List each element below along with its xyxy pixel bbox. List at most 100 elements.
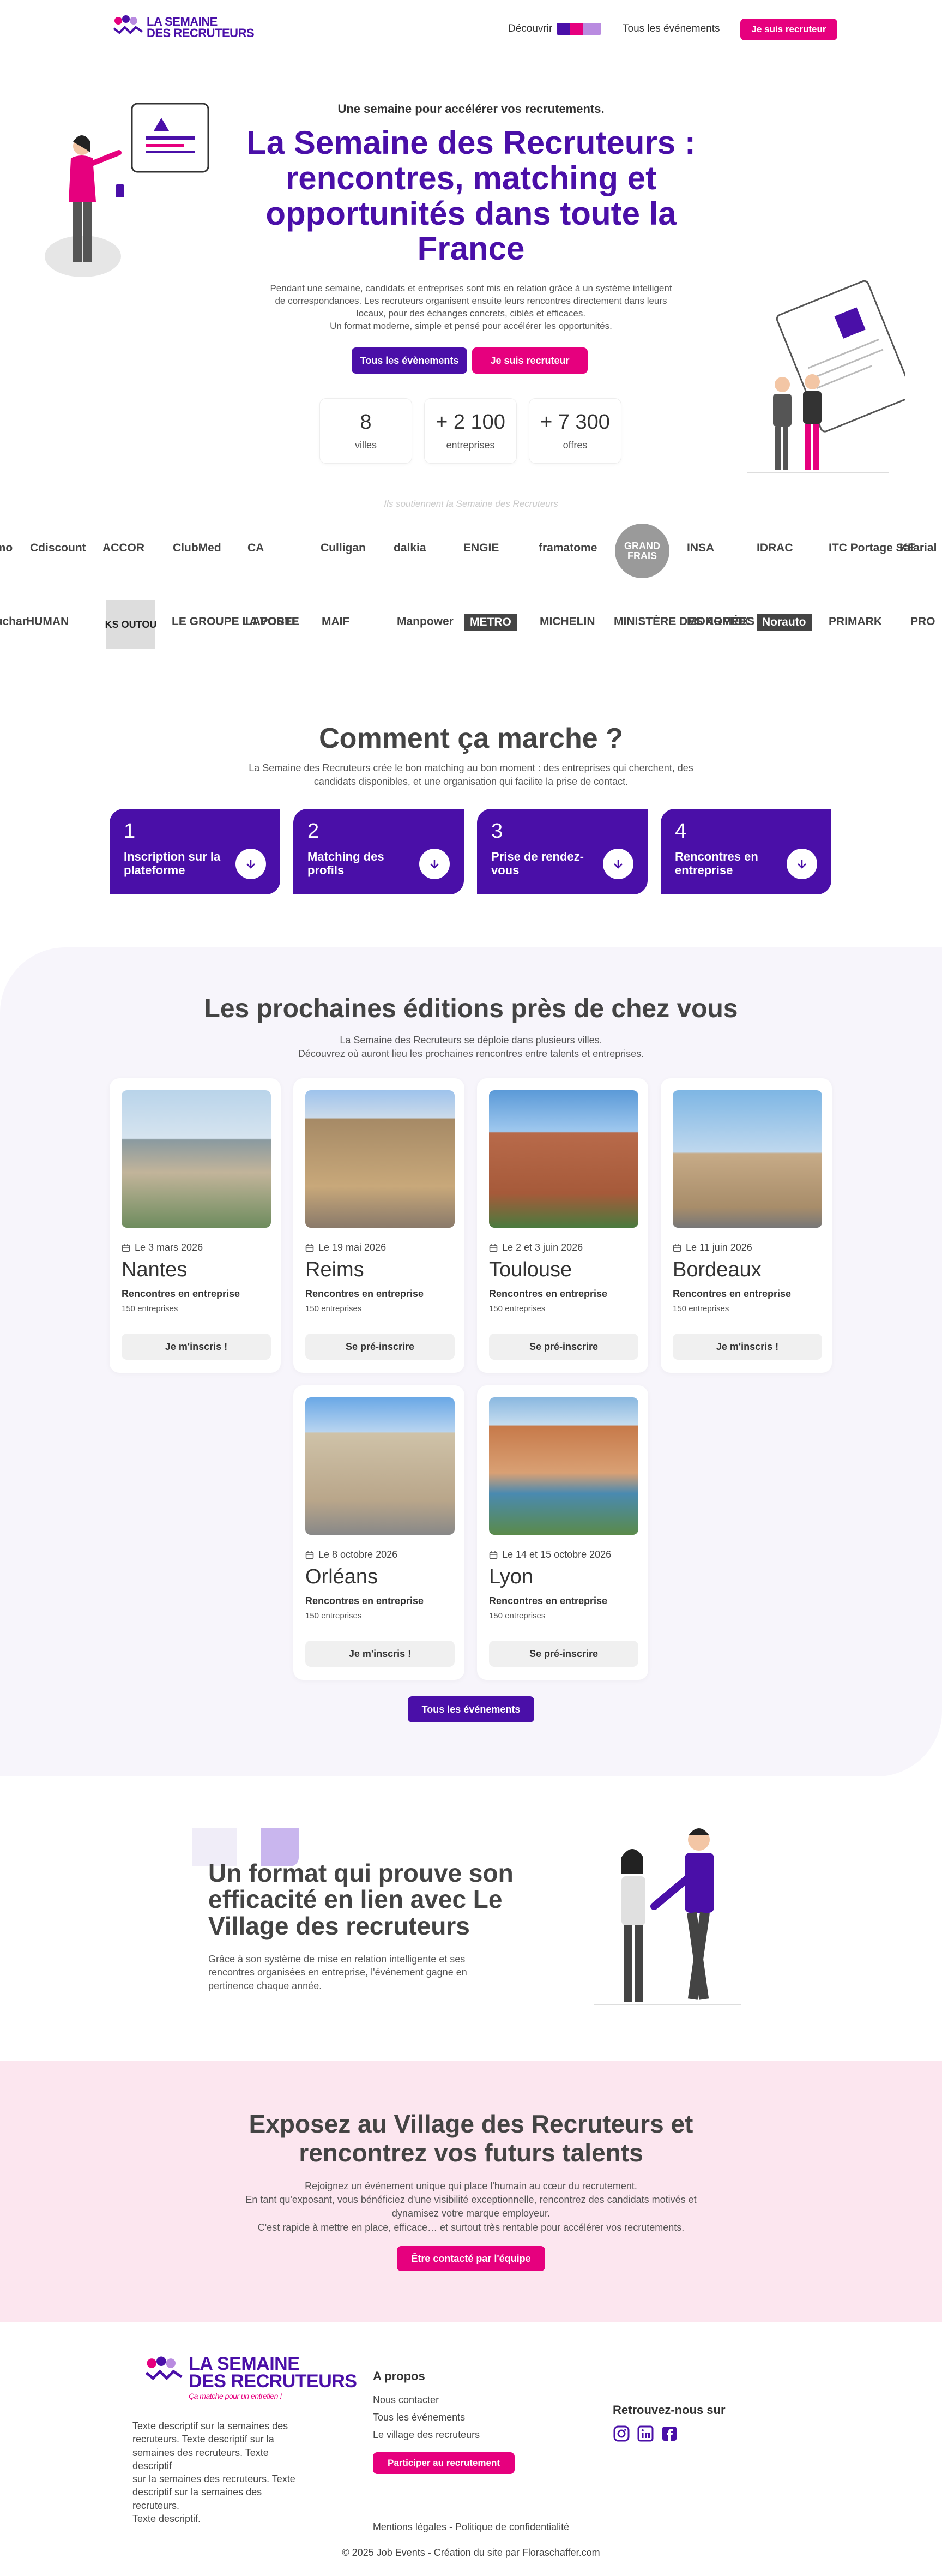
edition-count: 150 entreprises (122, 1304, 178, 1313)
calendar-icon (489, 1551, 498, 1559)
edition-count: 150 entreprises (305, 1611, 362, 1620)
nav-discover-label: Découvrir (508, 23, 553, 34)
partner-logo: dalkia (394, 542, 426, 554)
site-logo[interactable]: LA SEMAINE DES RECRUTEURS (112, 14, 255, 40)
nav-discover[interactable]: Découvrir (508, 23, 602, 35)
hero-title: La Semaine des Recruteurs : rencontres, … (246, 124, 696, 267)
facebook-icon[interactable] (661, 2425, 678, 2442)
arrow-down-icon[interactable] (603, 849, 633, 879)
partner-logo: Culligan (321, 542, 366, 554)
format-description: Grâce à son système de mise en relation … (208, 1953, 535, 1992)
partner-logo: GRAND FRAIS (615, 524, 669, 578)
city-photo (673, 1090, 822, 1228)
edition-card-bordeaux: Le 11 juin 2026 Bordeaux Rencontres en ent… (661, 1078, 832, 1373)
edition-date-text: Le 14 et 15 octobre 2026 (502, 1549, 612, 1560)
stat-cities: 8 villes (319, 398, 412, 464)
format-title-line3: Village des recruteurs (208, 1911, 470, 1940)
footer-desc-line3: semaines des recruteurs. Texte descripti… (132, 2447, 269, 2471)
edition-card-nantes: Le 3 mars 2026 Nantes Rencontres en entrep… (110, 1078, 281, 1373)
nav-events[interactable]: Tous les événements (623, 23, 720, 35)
instagram-icon[interactable] (613, 2425, 630, 2442)
all-events-button[interactable]: Tous les événements (408, 1696, 534, 1722)
step-label: Rencontres en entreprise (675, 850, 758, 878)
footer-logo-line1: LA SEMAINE (189, 2353, 300, 2374)
stat-label: entreprises (446, 440, 495, 451)
footer-legal[interactable]: Mentions légales - Politique de confiden… (253, 2521, 689, 2533)
partner-logo: KS OUTOU (105, 600, 156, 649)
edition-city: Lyon (489, 1565, 533, 1588)
village-title-line2: rencontrez vos futurs talents (299, 2138, 643, 2167)
linkedin-icon[interactable] (637, 2425, 654, 2442)
step-card-4[interactable]: 4 Rencontres en entreprise (661, 809, 831, 894)
village-title-line1: Exposez au Village des Recruteurs et (249, 2110, 693, 2138)
calendar-icon (122, 1244, 130, 1252)
village-desc-line2: En tant qu'exposant, vous bénéficiez d'u… (245, 2194, 697, 2206)
city-photo (305, 1090, 455, 1228)
edition-count: 150 entreprises (489, 1304, 546, 1313)
footer-desc-line2: recruteurs. Texte descriptif sur la (132, 2434, 274, 2445)
footer-copyright: © 2025 Job Events - Création du site par… (342, 2547, 600, 2558)
logo-line2: DES RECRUTEURS (147, 26, 255, 40)
format-desc-line3: pertinence chaque année. (208, 1980, 322, 1991)
calendar-icon (305, 1244, 314, 1252)
footer-participate-button[interactable]: Participer au recrutement (373, 2452, 515, 2474)
partner-logos-row1: emo Cdiscount ACCOR ClubMed CA Culligan dalkia… (0, 524, 942, 578)
format-title-line2: efficacité en lien avec Le (208, 1885, 503, 1914)
edition-subtitle: Rencontres en entreprise (489, 1288, 608, 1299)
footer-link-village[interactable]: Le village des recruteurs (373, 2429, 480, 2441)
hero-events-button[interactable]: Tous les évènements (352, 347, 467, 374)
village-contact-button[interactable]: Être contacté par l'équipe (397, 2246, 545, 2271)
step-card-3[interactable]: 3 Prise de rendez-vous (477, 809, 648, 894)
step-label: Inscription sur la plateforme (124, 850, 221, 878)
calendar-icon (673, 1244, 681, 1252)
footer-link-events[interactable]: Tous les événements (373, 2412, 465, 2423)
step-card-1[interactable]: 1 Inscription sur la plateforme (110, 809, 280, 894)
partner-logo: MONOPRIX (687, 615, 750, 628)
edition-date: Le 11 juin 2026 (673, 1242, 752, 1253)
partner-logo: ENGIE (463, 542, 499, 554)
edition-city: Reims (305, 1258, 364, 1281)
hero-illustration-left (45, 103, 209, 277)
arrow-down-icon[interactable] (787, 849, 817, 879)
edition-register-button[interactable]: Se pré-inscrire (489, 1641, 638, 1667)
arrow-down-icon[interactable] (419, 849, 450, 879)
partner-logo: ACCOR (102, 542, 144, 554)
edition-count: 150 entreprises (673, 1304, 729, 1313)
village-description: Rejoignez un événement unique qui place … (171, 2179, 771, 2235)
edition-register-button[interactable]: Se pré-inscrire (489, 1334, 638, 1360)
footer-desc-line1: Texte descriptif sur la semaines des (132, 2421, 288, 2431)
step-number: 4 (675, 820, 687, 843)
how-description: La Semaine des Recruteurs crée le bon ma… (198, 761, 744, 789)
footer-description: Texte descriptif sur la semaines des rec… (132, 2419, 307, 2525)
city-photo (489, 1090, 638, 1228)
edition-date: Le 14 et 15 octobre 2026 (489, 1549, 611, 1560)
step-card-2[interactable]: 2 Matching des profils (293, 809, 464, 894)
edition-register-button[interactable]: Je m'inscris ! (305, 1641, 455, 1667)
footer-link-contact[interactable]: Nous contacter (373, 2394, 439, 2406)
partner-logo: Norauto (757, 614, 812, 631)
partner-logo: METRO (464, 614, 517, 631)
edition-subtitle: Rencontres en entreprise (489, 1595, 608, 1606)
step-number: 2 (307, 820, 319, 843)
partner-logos-row2: auchanHUMANKS OUTOULE GROUPE LA POSTELAV… (0, 597, 942, 649)
hero-desc-line2: de correspondances. Les recruteurs organ… (275, 295, 667, 306)
hero-recruiter-button[interactable]: Je suis recruteur (472, 347, 588, 374)
edition-subtitle: Rencontres en entreprise (673, 1288, 792, 1299)
nav-recruiter-button[interactable]: Je suis recruteur (740, 19, 837, 40)
city-photo (305, 1397, 455, 1535)
arrow-down-icon[interactable] (235, 849, 266, 879)
edition-card-toulouse: Le 2 et 3 juin 2026 Toulouse Rencontres en… (477, 1078, 648, 1373)
format-title-line1: Un format qui prouve son (208, 1859, 514, 1887)
edition-register-button[interactable]: Se pré-inscrire (305, 1334, 455, 1360)
format-illustration (594, 1828, 741, 2005)
editions-desc-line2: Découvrez où auront lieu les prochaines … (298, 1048, 644, 1060)
edition-city: Bordeaux (673, 1258, 762, 1281)
edition-register-button[interactable]: Je m'inscris ! (122, 1334, 271, 1360)
footer-logo[interactable]: LA SEMAINE DES RECRUTEURS Ça matche pour… (143, 2355, 357, 2400)
edition-card-reims: Le 19 mai 2026 Reims Rencontres en entrepr… (293, 1078, 464, 1373)
footer-tagline: Ça matche pour un entretien ! (189, 2391, 282, 2400)
edition-register-button[interactable]: Je m'inscris ! (673, 1334, 822, 1360)
partner-logo: LAVOREL (245, 615, 299, 628)
partner-logo: ClubMed (173, 542, 221, 554)
format-desc-line1: Grâce à son système de mise en relation … (208, 1954, 466, 1965)
